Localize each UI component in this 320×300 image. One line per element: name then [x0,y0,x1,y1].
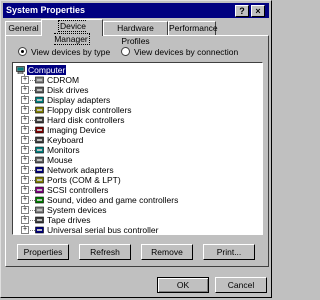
port-icon [35,176,44,184]
close-icon: × [255,6,261,16]
remove-button-label: Remove [151,247,183,257]
camera-icon [35,126,44,134]
properties-button-label: Properties [23,247,63,257]
cancel-button[interactable]: Cancel [215,277,267,293]
expand-icon[interactable]: + [21,216,29,224]
tab-device-manager-label: Device Manager [54,20,90,45]
mouse-icon [35,156,44,164]
display-icon [35,96,44,104]
expand-icon[interactable]: + [21,136,29,144]
tab-hardware-profiles[interactable]: Hardware Profiles [103,21,168,46]
window-title: System Properties [6,5,86,15]
expand-icon[interactable]: + [21,146,29,154]
properties-button[interactable]: Properties [17,244,69,260]
expand-icon[interactable]: + [21,176,29,184]
floppy-controller-icon [35,106,44,114]
view-by-connection-label: View devices by connection [134,47,239,57]
tree-item-label: Ports (COM & LPT) [47,175,121,185]
cancel-button-label: Cancel [227,280,255,290]
expand-icon[interactable]: + [21,196,29,204]
tree-item-label: Network adapters [47,165,114,175]
tree-root-label: Computer [27,65,67,75]
monitor-icon [35,146,44,154]
help-icon: ? [239,6,245,16]
refresh-button[interactable]: Refresh [79,244,131,260]
expand-icon[interactable]: + [21,206,29,214]
scsi-icon [35,186,44,194]
keyboard-icon [35,136,44,144]
view-by-type-label: View devices by type [31,47,111,57]
print-button-label: Print... [216,247,242,257]
help-button[interactable]: ? [235,5,249,17]
tree-item-label: Sound, video and game controllers [47,195,179,205]
expand-icon[interactable]: + [21,86,29,94]
tape-icon [35,216,44,224]
tab-performance[interactable]: Performance [168,21,218,35]
tab-general-label: General [8,23,39,33]
ok-button-label: OK [176,280,190,290]
tree-item-label: SCSI controllers [47,185,109,195]
tree-item-label: Display adapters [47,95,111,105]
expand-icon[interactable]: + [21,96,29,104]
tree-item-label: Keyboard [47,135,84,145]
expand-icon[interactable]: + [21,186,29,194]
expand-icon[interactable]: + [21,106,29,114]
tree-item-label: Disk drives [47,85,89,95]
computer-icon [16,66,25,74]
tree-item-label: Imaging Device [47,125,106,135]
tree-item-label: Universal serial bus controller [47,225,159,235]
tree-item-label: System devices [47,205,107,215]
network-icon [35,166,44,174]
disk-drive-icon [35,86,44,94]
tab-general[interactable]: General [5,21,42,35]
hard-disk-controller-icon [35,116,44,124]
tab-device-manager[interactable]: Device Manager [41,19,103,45]
device-tree[interactable]: Computer + CDROM + Disk drives + Display adap… [12,62,263,235]
tree-item-label: Monitors [47,145,80,155]
usb-icon [35,226,44,234]
radio-unselected-icon [121,47,130,56]
system-icon [35,206,44,214]
expand-icon[interactable]: + [21,116,29,124]
close-button[interactable]: × [251,5,265,17]
refresh-button-label: Refresh [90,247,120,257]
expand-icon[interactable]: + [21,166,29,174]
system-properties-dialog: System Properties ? × General Device Man… [0,0,272,298]
radio-selected-icon [18,47,27,56]
tree-item-label: CDROM [47,75,80,85]
ok-button[interactable]: OK [157,277,209,293]
view-by-connection-radio[interactable]: View devices by connection [121,46,261,58]
tree-item-label: Tape drives [47,215,91,225]
title-bar: System Properties ? × [3,3,269,18]
print-button[interactable]: Print... [203,244,255,260]
tree-item-label: Mouse [47,155,73,165]
expand-icon[interactable]: + [21,76,29,84]
tree-item-label: Hard disk controllers [47,115,125,125]
cdrom-icon [35,76,44,84]
expand-icon[interactable]: + [21,226,29,234]
expand-icon[interactable]: + [21,126,29,134]
view-by-type-radio[interactable]: View devices by type [18,46,128,58]
tab-performance-label: Performance [169,23,218,33]
sound-icon [35,196,44,204]
remove-button[interactable]: Remove [141,244,193,260]
expand-icon[interactable]: + [21,156,29,164]
tree-item-label: Floppy disk controllers [47,105,132,115]
